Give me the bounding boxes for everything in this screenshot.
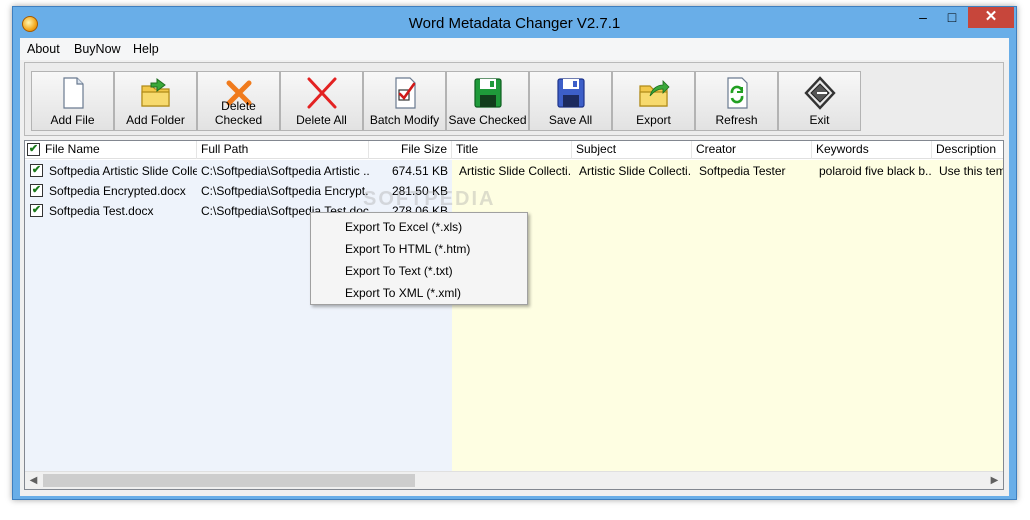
row-checkbox[interactable]: ✔ — [30, 164, 43, 177]
refresh-button[interactable]: Refresh — [695, 71, 778, 131]
cell-description — [935, 181, 1003, 201]
scroll-thumb[interactable] — [43, 474, 415, 487]
cell-creator — [695, 201, 812, 221]
exit-icon — [804, 76, 836, 110]
cell-keywords: polaroid five black b... — [819, 164, 932, 178]
cell-file-size: 674.51 KB — [391, 164, 448, 178]
cell-creator — [695, 181, 812, 201]
add-file-button[interactable]: Add File — [31, 71, 114, 131]
column-header-file-size[interactable]: File Size — [369, 141, 452, 159]
horizontal-scrollbar[interactable]: ◀ ▶ — [25, 471, 1003, 489]
delete-checked-label: Delete Checked — [214, 99, 263, 127]
delete-all-button[interactable]: Delete All — [280, 71, 363, 131]
export-folder-icon — [639, 80, 670, 107]
cell-file-name: Softpedia Encrypted.docx — [49, 184, 186, 198]
cell-subject — [575, 201, 692, 221]
save-checked-label: Save Checked — [448, 113, 527, 127]
add-file-label: Add File — [50, 113, 95, 127]
save-checked-button[interactable]: Save Checked — [446, 71, 529, 131]
select-all-checkbox[interactable]: ✔ — [27, 143, 40, 156]
row-checkbox[interactable]: ✔ — [30, 184, 43, 197]
maximize-button[interactable]: □ — [938, 7, 966, 28]
window-title: Word Metadata Changer V2.7.1 — [408, 15, 621, 32]
row-checkbox[interactable]: ✔ — [30, 204, 43, 217]
table-row[interactable]: ✔ Softpedia Encrypted.docx C:\Softpedia\… — [25, 181, 1003, 201]
scroll-left-arrow-icon[interactable]: ◀ — [25, 472, 42, 489]
exit-label: Exit — [809, 113, 830, 127]
green-floppy-icon — [474, 78, 502, 108]
column-header-file-name[interactable]: ✔ File Name — [25, 141, 197, 159]
export-button[interactable]: Export — [612, 71, 695, 131]
cell-full-path: C:\Softpedia\Softpedia Encrypt... — [201, 184, 369, 198]
menu-about[interactable]: About — [27, 42, 60, 56]
cell-file-name: Softpedia Test.docx — [49, 204, 154, 218]
export-context-menu: Export To Excel (*.xls) Export To HTML (… — [310, 212, 528, 305]
close-button[interactable]: ✕ — [968, 7, 1014, 28]
file-list[interactable]: ✔ File Name Full Path File Size Title Su… — [24, 140, 1004, 490]
menu-item-export-excel[interactable]: Export To Excel (*.xls) — [345, 220, 462, 234]
save-all-label: Save All — [548, 113, 593, 127]
cell-keywords — [815, 201, 932, 221]
title-bar[interactable]: Word Metadata Changer V2.7.1 – □ ✕ — [13, 7, 1016, 38]
save-all-button[interactable]: Save All — [529, 71, 612, 131]
column-header-full-path[interactable]: Full Path — [197, 141, 369, 159]
minimize-button[interactable]: – — [908, 7, 938, 28]
cell-description — [935, 201, 1003, 221]
cell-full-path: C:\Softpedia\Softpedia Artistic ... — [201, 164, 369, 178]
refresh-icon — [727, 77, 748, 109]
cell-subject: Artistic Slide Collecti... — [579, 164, 692, 178]
delete-checked-button[interactable]: Delete Checked — [197, 71, 280, 131]
watermark: SOFTPEDIA — [363, 188, 496, 210]
cell-title: Artistic Slide Collecti... — [459, 164, 572, 178]
add-folder-button[interactable]: Add Folder — [114, 71, 197, 131]
checklist-icon — [395, 77, 416, 109]
scroll-right-arrow-icon[interactable]: ▶ — [986, 472, 1003, 489]
menu-help[interactable]: Help — [133, 42, 159, 56]
menu-bar: About BuyNow Help — [20, 38, 1009, 60]
list-header: ✔ File Name Full Path File Size Title Su… — [25, 141, 1003, 159]
add-folder-label: Add Folder — [126, 113, 185, 127]
column-header-title[interactable]: Title — [452, 141, 572, 159]
menu-item-export-xml[interactable]: Export To XML (*.xml) — [345, 286, 461, 300]
cell-file-name: Softpedia Artistic Slide Colle... — [49, 164, 197, 178]
blue-floppy-icon — [557, 78, 585, 108]
delete-all-label: Delete All — [296, 113, 347, 127]
cell-keywords — [815, 181, 932, 201]
menu-buynow[interactable]: BuyNow — [74, 42, 121, 56]
cell-subject — [575, 181, 692, 201]
folder-icon — [141, 78, 170, 107]
column-header-keywords[interactable]: Keywords — [812, 141, 932, 159]
batch-modify-label: Batch Modify — [369, 113, 440, 127]
toolbar: Add File Add Folder Delete Checked Delet… — [24, 62, 1004, 136]
column-header-creator[interactable]: Creator — [692, 141, 812, 159]
column-header-description[interactable]: Description — [932, 141, 1003, 159]
cell-description: Use this tem — [939, 164, 1004, 178]
column-file-name-label: File Name — [45, 142, 100, 156]
batch-modify-button[interactable]: Batch Modify — [363, 71, 446, 131]
red-x-icon — [307, 77, 337, 109]
export-label: Export — [636, 113, 671, 127]
exit-button[interactable]: Exit — [778, 71, 861, 131]
menu-item-export-html[interactable]: Export To HTML (*.htm) — [345, 242, 470, 256]
column-header-subject[interactable]: Subject — [572, 141, 692, 159]
menu-item-export-text[interactable]: Export To Text (*.txt) — [345, 264, 453, 278]
cell-creator: Softpedia Tester — [699, 164, 786, 178]
document-icon — [63, 77, 84, 109]
refresh-label: Refresh — [715, 113, 758, 127]
table-row[interactable]: ✔ Softpedia Artistic Slide Colle... C:\S… — [25, 161, 1004, 181]
